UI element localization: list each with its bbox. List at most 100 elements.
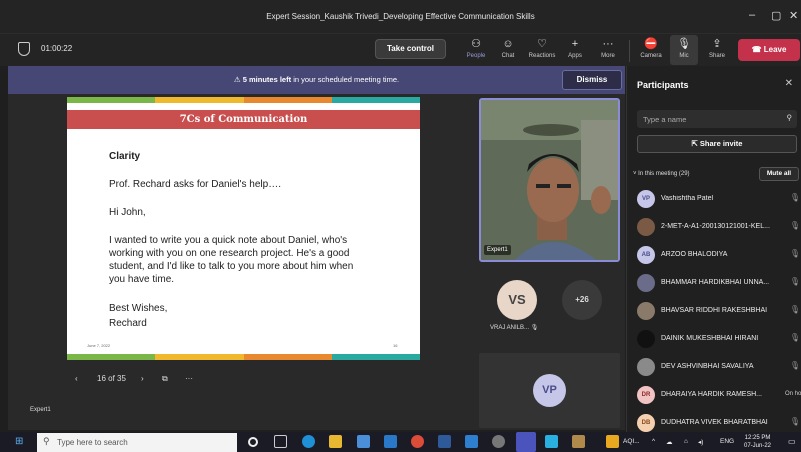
task-view-icon[interactable]	[274, 435, 287, 448]
maximize-icon[interactable]: ▢	[771, 9, 781, 22]
slide-paragraph-line: working with you on one research project…	[109, 248, 350, 259]
taskbar-search-input[interactable]: ⚲ Type here to search	[37, 433, 237, 452]
slide-top-stripe	[67, 97, 420, 103]
participant-search-input[interactable]: Type a name ⚲	[637, 110, 797, 128]
window-titlebar: Expert Session_Kaushik Trivedi_Developin…	[0, 0, 801, 34]
take-control-button[interactable]: Take control	[375, 39, 446, 59]
tray-chevron-icon[interactable]: ^	[652, 438, 655, 445]
slide-signature: Rechard	[109, 318, 147, 329]
search-icon: ⚲	[786, 113, 793, 122]
apps-button[interactable]: + Apps	[558, 37, 592, 65]
close-panel-icon[interactable]: ✕	[785, 78, 793, 89]
notification-icon[interactable]: ▭	[788, 437, 796, 446]
settings-icon[interactable]	[492, 435, 505, 448]
mic-off-icon: 🎙	[789, 305, 800, 314]
mic-off-icon: 🎙	[677, 38, 691, 50]
avatar	[637, 302, 655, 320]
slide-title: 7Cs of Communication	[67, 110, 420, 129]
more-button[interactable]: ··· More	[591, 37, 625, 65]
warning-icon: ⚠	[233, 75, 241, 84]
app-icon[interactable]	[438, 435, 451, 448]
participant-name: BHAVSAR RIDDHI RAKESHBHAI	[661, 307, 768, 314]
meeting-time-banner: ⚠ 5 minutes left in your scheduled meeti…	[8, 66, 625, 94]
chrome-icon[interactable]	[411, 435, 424, 448]
chat-button[interactable]: ☺ Chat	[491, 37, 525, 65]
on-hold-status: On hold	[785, 391, 801, 397]
participant-row[interactable]: BHAVSAR RIDDHI RAKESHBHAI 🎙	[637, 300, 801, 324]
windows-taskbar: ⊞ ⚲ Type here to search AQI... ^ ☁ ⌂ ◂) …	[0, 432, 801, 452]
overflow-participants-button[interactable]: +26	[562, 280, 602, 320]
meeting-timer: 01:00:22	[41, 44, 73, 53]
mic-off-icon: 🎙	[789, 417, 800, 426]
file-explorer-icon[interactable]	[329, 435, 342, 448]
edge-icon[interactable]	[302, 435, 315, 448]
camera-button[interactable]: ⛔ Camera	[634, 37, 668, 65]
mic-off-icon: 🎙	[789, 193, 800, 202]
window-title: Expert Session_Kaushik Trivedi_Developin…	[266, 12, 535, 21]
participant-name: BHAMMAR HARDIKBHAI UNNA...	[661, 279, 770, 286]
participant-row[interactable]: DEV ASHVINBHAI SAVALIYA 🎙	[637, 356, 801, 380]
share-invite-button[interactable]: ⇱ Share invite	[637, 135, 797, 153]
grid-view-icon[interactable]: ⧉	[162, 374, 168, 384]
prev-slide-icon[interactable]: ‹	[75, 374, 78, 383]
cloud-icon[interactable]: ☁	[666, 438, 673, 446]
slide-greeting: Hi John,	[109, 207, 146, 218]
minimize-icon[interactable]: –	[749, 9, 755, 21]
participant-name: ARZOO BHALODIYA	[661, 251, 728, 258]
slide-bottom-stripe	[67, 354, 420, 360]
app-icon[interactable]	[545, 435, 558, 448]
calculator-icon[interactable]	[465, 435, 478, 448]
participant-name: DEV ASHVINBHAI SAVALIYA	[661, 363, 754, 370]
mic-button[interactable]: 🎙 Mic	[667, 37, 701, 65]
share-icon: ⇱	[691, 139, 700, 148]
participant-name: DUDHATRA VIVEK BHARATBHAI	[661, 419, 768, 426]
participant-name: DHARAIYA HARDIK RAMESH...	[661, 391, 763, 398]
next-slide-icon[interactable]: ›	[141, 374, 144, 383]
store-icon[interactable]	[357, 435, 370, 448]
taskbar-clock[interactable]: 12:25 PM 07-Jun-22	[744, 434, 771, 450]
banner-bold-text: 5 minutes left	[242, 75, 292, 84]
cortana-icon[interactable]	[248, 437, 258, 447]
in-meeting-header[interactable]: ˅ In this meeting (29)	[633, 171, 690, 177]
avatar	[637, 358, 655, 376]
app-icon[interactable]	[572, 435, 585, 448]
ellipsis-icon: ···	[602, 38, 614, 50]
weather-icon[interactable]	[606, 435, 619, 448]
slide-line: Prof. Rechard asks for Daniel's help….	[109, 179, 281, 190]
mic-off-icon: 🎙	[789, 361, 800, 370]
participant-row[interactable]: AB ARZOO BHALODIYA 🎙	[637, 244, 801, 268]
windows-start-icon[interactable]: ⊞	[15, 436, 23, 447]
divider	[629, 40, 630, 62]
mic-off-icon: 🎙	[789, 221, 800, 230]
teams-icon[interactable]	[516, 432, 536, 452]
slide-paragraph-line: you have time.	[109, 274, 175, 285]
share-button[interactable]: ⇪ Share	[700, 37, 734, 65]
avatar-vs[interactable]: VS	[497, 280, 537, 320]
network-icon[interactable]: ⌂	[684, 438, 688, 445]
speaker-video[interactable]	[479, 98, 620, 262]
dismiss-button[interactable]: Dismiss	[562, 70, 622, 90]
participant-row[interactable]: BHAMMAR HARDIKBHAI UNNA... 🎙	[637, 272, 801, 296]
mute-all-button[interactable]: Mute all	[759, 167, 799, 181]
language-indicator[interactable]: ENG	[720, 438, 734, 445]
mail-icon[interactable]	[384, 435, 397, 448]
avatar: VP	[637, 190, 655, 208]
mic-off-icon: 🎙	[530, 325, 539, 331]
presenter-label: Expert1	[30, 407, 51, 413]
plus-icon: +	[571, 38, 579, 50]
meeting-toolbar: 01:00:22 Take control ⚇ People ☺ Chat ♡ …	[0, 34, 801, 68]
close-icon[interactable]: ✕	[789, 9, 798, 22]
slide-heading: Clarity	[109, 151, 141, 162]
people-button[interactable]: ⚇ People	[459, 37, 493, 68]
shield-icon	[18, 42, 30, 56]
participant-name: DAINIK MUKESHBHAI HIRANI	[661, 335, 759, 342]
participant-row[interactable]: DAINIK MUKESHBHAI HIRANI 🎙	[637, 328, 801, 352]
leave-button[interactable]: ☎ Leave	[738, 39, 800, 61]
participant-row[interactable]: VP Vashishtha Patel 🎙	[637, 188, 801, 212]
participant-row[interactable]: 2-MET-A-A1-200130121001-KEL... 🎙	[637, 216, 801, 240]
reactions-button[interactable]: ♡ Reactions	[525, 37, 559, 65]
volume-icon[interactable]: ◂)	[698, 438, 703, 446]
participant-row[interactable]: DR DHARAIYA HARDIK RAMESH... On hold	[637, 384, 801, 408]
share-tray-icon: ⇪	[712, 38, 722, 50]
slide-more-button[interactable]: ···	[185, 374, 193, 383]
